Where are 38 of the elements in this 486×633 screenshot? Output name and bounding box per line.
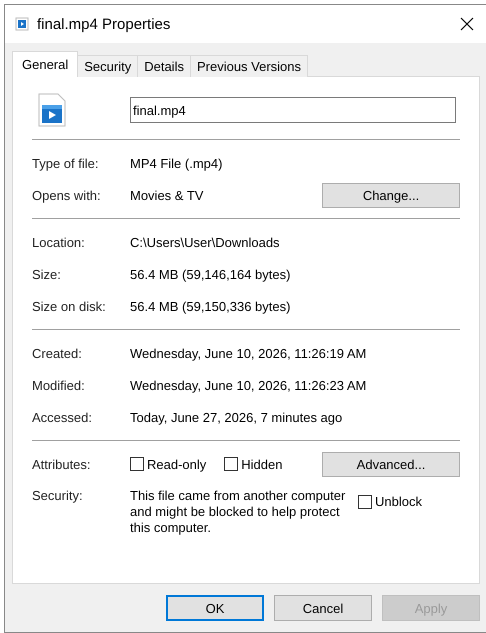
field-label: Opens with: <box>32 188 102 202</box>
checkbox-label: Read-only <box>147 456 206 472</box>
field-value: Wednesday, June 10, 2026, 11:26:23 AM <box>130 378 368 392</box>
field-label: Location: <box>32 234 86 250</box>
close-icon <box>460 17 474 31</box>
video-file-icon <box>15 17 29 31</box>
field-label: Size on disk: <box>32 298 107 314</box>
field-label: Attributes: <box>32 456 92 472</box>
checkbox[interactable] <box>130 457 144 471</box>
dialog-button[interactable]: Cancel <box>274 595 372 621</box>
dialog-button[interactable]: OK <box>166 595 264 621</box>
checkbox-label: Unblock <box>375 494 422 509</box>
field-value: 56.4 MB (59,146,164 bytes) <box>130 266 292 282</box>
field-value: Wednesday, June 10, 2026, 11:26:19 AM <box>130 346 368 360</box>
file-name-field[interactable]: final.mp4 <box>130 97 456 123</box>
field-value: Today, June 27, 2026, 7 minutes ago <box>130 410 344 424</box>
security-message: This file came from another computer and might be blocked to help protect this computer. <box>130 488 346 536</box>
tab[interactable]: Security <box>77 55 138 77</box>
field-label: Modified: <box>32 378 86 392</box>
checkbox-label: Hidden <box>241 456 282 472</box>
field-value: Movies & TV <box>130 188 204 202</box>
field-value: 56.4 MB (59,150,336 bytes) <box>130 298 292 314</box>
field-label: Type of file: <box>32 156 100 170</box>
change-button[interactable]: Change... <box>322 182 460 208</box>
field-label: Created: <box>32 346 83 360</box>
window-title: final.mp4 Properties <box>37 16 170 32</box>
field-label: Accessed: <box>32 410 93 424</box>
tab[interactable]: Previous Versions <box>190 55 308 77</box>
tab[interactable]: Details <box>137 55 191 77</box>
field-value: MP4 File (.mp4) <box>130 156 224 170</box>
tab[interactable]: General <box>12 51 78 77</box>
field-label: Size: <box>32 266 62 282</box>
advanced-button[interactable]: Advanced... <box>322 452 460 476</box>
field-label: Security: <box>32 488 84 503</box>
field-value: C:\Users\User\Downloads <box>130 234 281 250</box>
video-file-icon <box>38 93 66 127</box>
checkbox[interactable] <box>358 494 372 508</box>
checkbox[interactable] <box>224 457 238 471</box>
